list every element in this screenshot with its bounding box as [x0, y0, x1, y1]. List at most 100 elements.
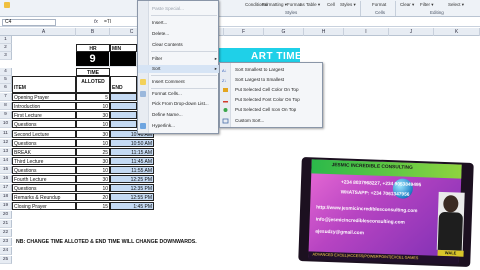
- row-header[interactable]: 19: [0, 202, 12, 210]
- row-header[interactable]: 21: [0, 220, 12, 228]
- fx-icon[interactable]: fx: [94, 19, 98, 25]
- allotted-cell[interactable]: 25: [76, 148, 110, 156]
- cell-styles-button[interactable]: Cell: [327, 2, 335, 9]
- column-header-i[interactable]: I: [344, 28, 389, 36]
- select-button[interactable]: Select ▾: [448, 2, 464, 9]
- row-header[interactable]: 3: [0, 52, 12, 60]
- sort-custom-sort[interactable]: Custom Sort...: [220, 117, 324, 125]
- instruction-note[interactable]: NB: CHANGE TIME ALLOTED & END TIME WILL …: [16, 239, 197, 245]
- end-time-cell[interactable]: 12:55 PM: [110, 193, 154, 201]
- item-cell[interactable]: BREAK: [12, 148, 76, 156]
- min-value-cell[interactable]: [110, 52, 137, 67]
- item-cell[interactable]: Opening Prayer: [12, 93, 76, 101]
- row-header[interactable]: 6: [0, 84, 12, 92]
- column-header-f[interactable]: F: [224, 28, 264, 36]
- filter-button[interactable]: Filter ▾: [420, 2, 434, 9]
- end-time-cell[interactable]: 11:15 AM: [110, 148, 154, 156]
- sort-smallest-to-largest[interactable]: A↓ Sort Smallest to Largest: [220, 66, 324, 74]
- item-cell[interactable]: Second Lecture: [12, 130, 76, 138]
- item-cell[interactable]: Fourth Lecture: [12, 175, 76, 183]
- allotted-cell[interactable]: 10: [76, 102, 110, 110]
- row-header[interactable]: 8: [0, 102, 12, 110]
- cell-styles-dropdown[interactable]: Styles ▾: [340, 2, 356, 9]
- item-cell[interactable]: Third Lecture: [12, 157, 76, 165]
- row-header[interactable]: 17: [0, 184, 12, 192]
- row-header[interactable]: 5: [0, 76, 12, 84]
- row-header[interactable]: 16: [0, 175, 12, 183]
- end-time-cell[interactable]: [110, 93, 137, 101]
- allotted-cell[interactable]: 30: [76, 157, 110, 165]
- column-header-b[interactable]: B: [76, 28, 110, 36]
- formatting-dropdown[interactable]: Formatting ▾: [262, 2, 287, 9]
- end-header[interactable]: END: [110, 76, 137, 93]
- allotted-cell[interactable]: 10: [76, 139, 110, 147]
- row-header[interactable]: 13: [0, 148, 12, 156]
- row-header[interactable]: 18: [0, 193, 12, 201]
- menu-item-filter[interactable]: Filter ▸: [138, 55, 220, 63]
- row-header[interactable]: 15: [0, 166, 12, 174]
- menu-item-sort[interactable]: Sort ▸: [138, 65, 220, 73]
- sort-largest-to-smallest[interactable]: Z↓ Sort Largest to Smallest: [220, 76, 324, 84]
- row-header[interactable]: 9: [0, 111, 12, 119]
- end-time-cell[interactable]: [110, 111, 137, 119]
- row-header[interactable]: 23: [0, 238, 12, 246]
- end-time-cell[interactable]: 1:45 PM: [110, 202, 154, 210]
- end-time-cell[interactable]: 12:35 PM: [110, 184, 154, 192]
- item-cell[interactable]: Closing Prayer: [12, 202, 76, 210]
- format-button[interactable]: Format: [372, 2, 386, 9]
- item-cell[interactable]: Questions: [12, 166, 76, 174]
- item-cell[interactable]: Questions: [12, 120, 76, 128]
- row-header[interactable]: 14: [0, 157, 12, 165]
- row-header[interactable]: 24: [0, 247, 12, 255]
- name-box[interactable]: C4: [2, 19, 56, 26]
- item-header[interactable]: ITEM: [12, 76, 76, 93]
- row-header[interactable]: 12: [0, 139, 12, 147]
- row-header[interactable]: 2: [0, 44, 12, 52]
- menu-item-define-name[interactable]: Define Name...: [138, 111, 220, 119]
- allotted-cell[interactable]: 30: [76, 175, 110, 183]
- column-header-g[interactable]: G: [264, 28, 304, 36]
- row-header[interactable]: 1: [0, 36, 12, 44]
- time-header-2[interactable]: ALLOTED: [76, 76, 110, 93]
- column-header-a[interactable]: A: [12, 28, 76, 36]
- format-as-table-dropdown[interactable]: as Table ▾: [300, 2, 320, 9]
- time-header-1[interactable]: TIME: [76, 68, 110, 76]
- column-header-j[interactable]: J: [389, 28, 434, 36]
- row-header[interactable]: 4: [0, 68, 12, 76]
- menu-item-insert-comment[interactable]: Insert Comment: [138, 78, 220, 86]
- allotted-cell[interactable]: 10: [76, 184, 110, 192]
- end-time-cell[interactable]: 11:55 AM: [110, 166, 154, 174]
- sort-cell-icon-on-top[interactable]: Put Selected Cell Icon On Top: [220, 106, 324, 114]
- column-header-h[interactable]: H: [304, 28, 344, 36]
- end-time-cell[interactable]: 11:45 AM: [110, 157, 154, 165]
- allotted-cell[interactable]: 30: [76, 130, 110, 138]
- menu-item-insert[interactable]: Insert...: [138, 19, 220, 27]
- row-header[interactable]: 25: [0, 256, 12, 264]
- sort-font-color-on-top[interactable]: Put Selected Font Color On Top: [220, 96, 324, 104]
- item-cell[interactable]: First Lecture: [12, 111, 76, 119]
- row-header[interactable]: 22: [0, 229, 12, 237]
- row-header[interactable]: 20: [0, 211, 12, 219]
- sort-cell-color-on-top[interactable]: Put Selected Cell Color On Top: [220, 86, 324, 94]
- allotted-cell[interactable]: 10: [76, 120, 110, 128]
- min-label-cell[interactable]: MIN: [110, 44, 137, 52]
- item-cell[interactable]: Remarks & Reundup: [12, 193, 76, 201]
- conditional-formatting-icon[interactable]: [4, 2, 10, 8]
- allotted-cell[interactable]: 20: [76, 193, 110, 201]
- column-header-k[interactable]: K: [434, 28, 480, 36]
- row-header[interactable]: 10: [0, 120, 12, 128]
- menu-item-pick-from-list[interactable]: Pick From Drop-down List...: [138, 100, 220, 108]
- row-header[interactable]: 11: [0, 130, 12, 138]
- item-cell[interactable]: Questions: [12, 139, 76, 147]
- menu-item-hyperlink[interactable]: Hyperlink...: [138, 122, 220, 130]
- allotted-cell[interactable]: 10: [76, 166, 110, 174]
- end-time-cell[interactable]: 12:25 PM: [110, 175, 154, 183]
- item-cell[interactable]: Questions: [12, 184, 76, 192]
- allotted-cell[interactable]: 15: [76, 202, 110, 210]
- end-time-cell[interactable]: [110, 120, 137, 128]
- formula-input[interactable]: =TI: [104, 19, 111, 25]
- end-time-cell[interactable]: [110, 102, 137, 110]
- hr-label-cell[interactable]: HR: [76, 44, 110, 52]
- hr-value-cell[interactable]: 9: [76, 52, 110, 67]
- item-cell[interactable]: Introduction: [12, 102, 76, 110]
